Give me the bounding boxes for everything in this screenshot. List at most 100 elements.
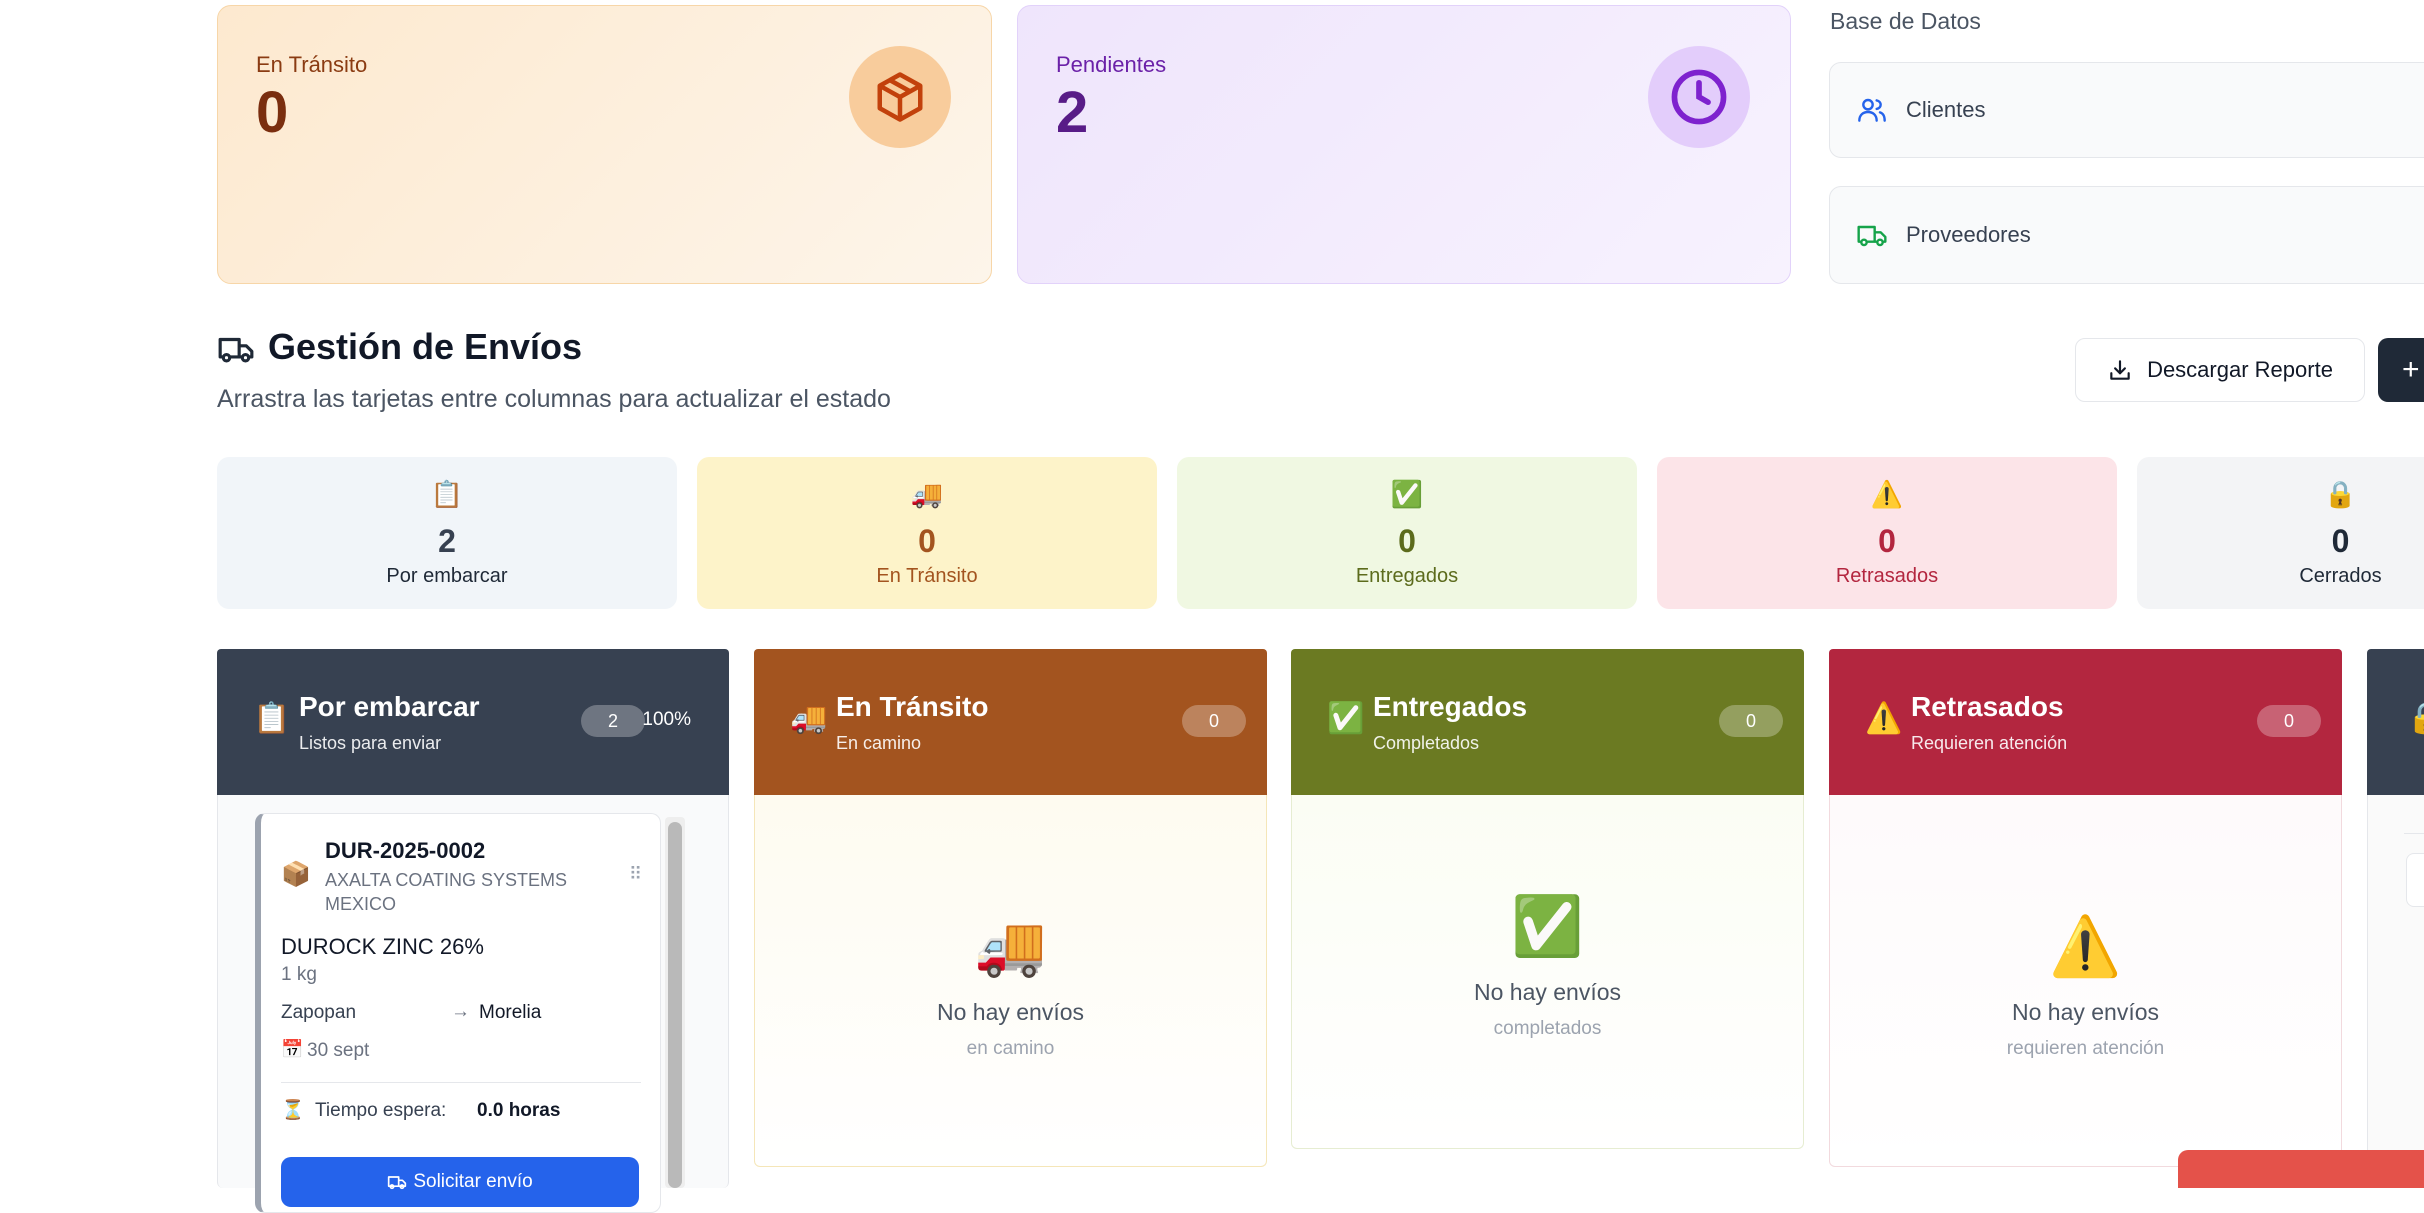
summary-count: 0 (2331, 523, 2350, 559)
summary-label: Cerrados (2299, 565, 2382, 587)
summary-count: 0 (1878, 523, 1896, 559)
hourglass-icon: ⏳ (281, 1100, 305, 1121)
database-title: Base de Datos (1830, 8, 1981, 34)
arrow-right-icon: → (451, 1001, 470, 1022)
column-scrollbar-thumb[interactable] (668, 822, 682, 1188)
summary-tile-en-transito: 🚚 0 En Tránsito (697, 457, 1157, 609)
empty-title: No hay envíos (1473, 979, 1622, 1005)
origin-city: Zapopan (281, 1002, 357, 1023)
check-icon: ✅ (1390, 479, 1424, 509)
clock-icon (1648, 46, 1750, 148)
column-header-en-transito: 🚚 En Tránsito En camino 0 (754, 649, 1267, 795)
download-report-label: Descargar Reporte (2147, 357, 2333, 382)
suppliers-label: Proveedores (1906, 222, 2031, 247)
client-name-line1: AXALTA COATING SYSTEMS (325, 870, 568, 890)
column-percent: 100% (642, 709, 691, 730)
floating-action-panel[interactable] (2178, 1150, 2424, 1188)
summary-tile-retrasados: ⚠️ 0 Retrasados (1657, 457, 2117, 609)
column-title: Retrasados (1911, 691, 2064, 722)
empty-title: No hay envíos (2011, 999, 2160, 1025)
column-count-badge: 0 (2257, 705, 2321, 737)
calendar-icon: 📅 (281, 1039, 304, 1059)
empty-state: ⚠️ No hay envíos requieren atención (1830, 913, 2341, 1060)
check-icon: ✅ (1327, 702, 1365, 735)
warning-icon: ⚠️ (1870, 479, 1904, 509)
download-report-button[interactable]: Descargar Reporte (2075, 338, 2365, 402)
column-body-retrasados[interactable]: ⚠️ No hay envíos requieren atención (1829, 795, 2342, 1167)
lock-icon: 🔒 (2324, 479, 2357, 509)
request-shipment-label: Solicitar envío (413, 1171, 533, 1192)
empty-subtitle: en camino (966, 1038, 1055, 1059)
column-title: Entregados (1373, 691, 1528, 722)
stat-value: 0 (256, 80, 289, 145)
card-divider (281, 1082, 641, 1083)
stat-card-transit: En Tránsito 0 (217, 5, 992, 284)
summary-label: Retrasados (1835, 565, 1939, 587)
client-name-line2: MEXICO (325, 894, 397, 914)
summary-tile-cerrados: 🔒 0 Cerrados (2137, 457, 2424, 609)
destination-city: Morelia (479, 1002, 542, 1023)
package-icon: 📦 (281, 861, 311, 888)
partial-divider (2404, 833, 2424, 834)
page-subtitle: Arrastra las tarjetas entre columnas par… (217, 385, 891, 413)
empty-title: No hay envíos (936, 999, 1085, 1025)
add-shipment-button[interactable]: + (2378, 338, 2424, 402)
column-count-badge: 2 (581, 705, 645, 737)
lock-icon: 🔒 (2407, 701, 2424, 736)
clients-button[interactable]: Clientes (1829, 62, 2424, 158)
users-icon (1858, 98, 1886, 122)
warning-icon: ⚠️ (2049, 914, 2122, 979)
clipboard-icon: 📋 (430, 479, 464, 509)
wait-time-value: 0.0 horas (477, 1100, 561, 1121)
column-subtitle: En camino (836, 733, 922, 753)
column-title: Por embarcar (299, 691, 480, 722)
request-shipment-button[interactable]: Solicitar envío (281, 1157, 639, 1207)
drag-handle-icon[interactable]: ⠿ (629, 864, 642, 885)
empty-subtitle: completados (1493, 1018, 1602, 1039)
column-count-badge: 0 (1719, 705, 1783, 737)
stat-card-pending: Pendientes 2 (1017, 5, 1791, 284)
summary-label: Entregados (1355, 565, 1459, 587)
empty-state: ✅ No hay envíos completados (1292, 893, 1803, 1040)
column-title: En Tránsito (836, 691, 989, 722)
truck-icon (1857, 225, 1887, 247)
page-title: Gestión de Envíos (268, 326, 583, 367)
empty-state: 🚚 No hay envíos en camino (755, 913, 1266, 1060)
column-header-entregados: ✅ Entregados Completados 0 (1291, 649, 1804, 795)
download-icon (2110, 360, 2130, 380)
warning-icon: ⚠️ (1865, 702, 1903, 735)
product-name: DUROCK ZINC 26% (281, 934, 484, 959)
box-icon (849, 46, 951, 148)
shipment-card[interactable]: 📦 DUR-2025-0002 AXALTA COATING SYSTEMS M… (255, 813, 661, 1213)
truck-icon: 🚚 (974, 914, 1047, 979)
empty-subtitle: requieren atención (2006, 1038, 2165, 1059)
summary-count: 2 (438, 523, 456, 559)
column-subtitle: Listos para enviar (299, 733, 442, 753)
stat-label: En Tránsito (256, 52, 368, 77)
truck-icon: 🚚 (910, 479, 944, 509)
truck-icon (388, 1176, 407, 1190)
column-body-entregados[interactable]: ✅ No hay envíos completados (1291, 795, 1804, 1149)
summary-tile-por-embarcar: 📋 2 Por embarcar (217, 457, 677, 609)
column-header-cerrados: 🔒 (2367, 649, 2424, 795)
clients-label: Clientes (1906, 97, 1986, 122)
column-subtitle: Completados (1373, 733, 1480, 753)
summary-count: 0 (1398, 523, 1416, 559)
stat-label: Pendientes (1056, 52, 1167, 77)
column-header-retrasados: ⚠️ Retrasados Requieren atención 0 (1829, 649, 2342, 795)
shipment-code: DUR-2025-0002 (325, 838, 486, 863)
product-weight: 1 kg (281, 964, 317, 985)
column-body-cerrados[interactable] (2367, 795, 2424, 1188)
column-body-en-transito[interactable]: 🚚 No hay envíos en camino (754, 795, 1267, 1167)
summary-label: En Tránsito (876, 565, 978, 587)
stat-value: 2 (1056, 80, 1089, 145)
column-header-por-embarcar: 📋 Por embarcar Listos para enviar 2 100% (217, 649, 729, 795)
wait-time-label: Tiempo espera: (315, 1100, 447, 1121)
summary-tile-entregados: ✅ 0 Entregados (1177, 457, 1637, 609)
suppliers-button[interactable]: Proveedores (1829, 186, 2424, 284)
ship-date: 30 sept (307, 1040, 370, 1061)
column-count-badge: 0 (1182, 705, 1246, 737)
column-subtitle: Requieren atención (1911, 733, 2068, 753)
truck-icon: 🚚 (790, 702, 828, 735)
partial-card (2406, 853, 2424, 907)
